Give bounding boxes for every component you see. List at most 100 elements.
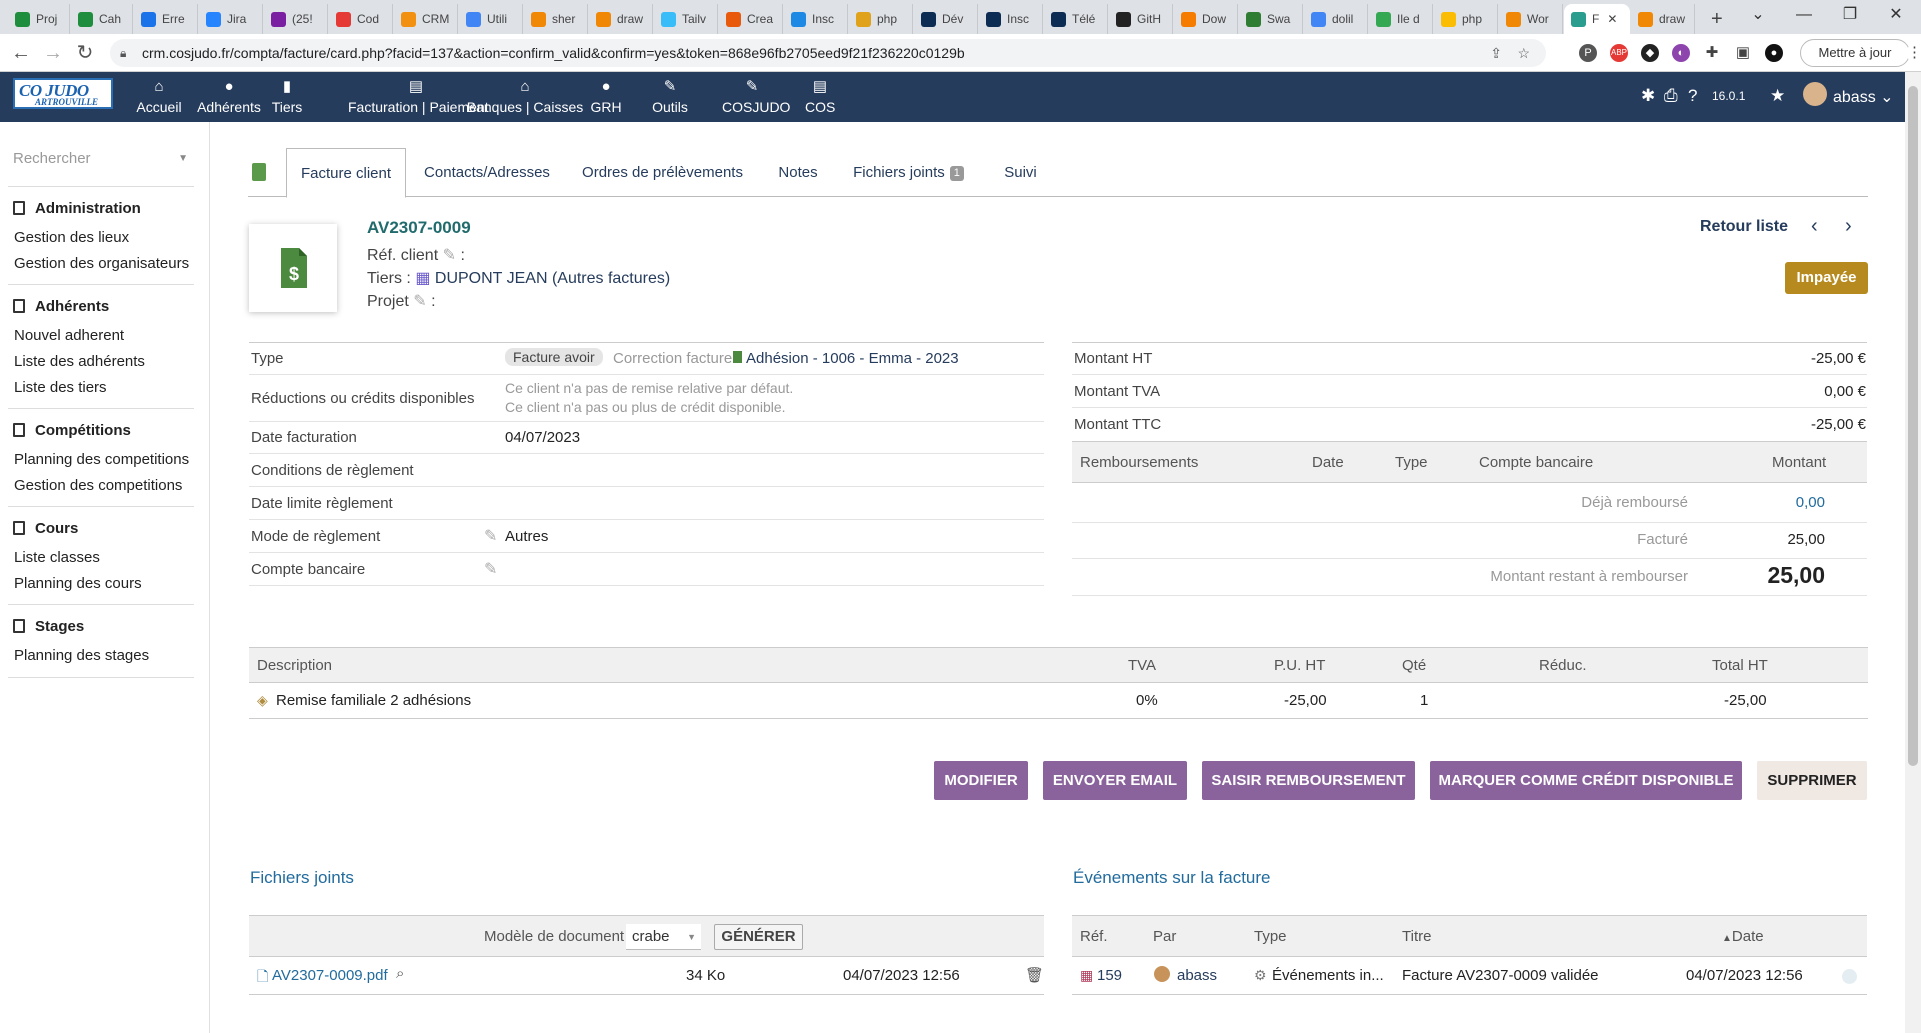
profile-avatar[interactable]: ● [1765, 44, 1783, 62]
sidebar-icon[interactable]: ▣ [1734, 44, 1752, 62]
browser-tab[interactable]: Tailv [654, 4, 718, 34]
pencil-icon[interactable]: ✎ [443, 247, 456, 264]
bug-icon[interactable]: ✱ [1641, 86, 1655, 106]
browser-tab[interactable]: draw [589, 4, 653, 34]
new-tab-icon[interactable]: + [1704, 4, 1732, 34]
left-menu-item[interactable]: Liste des tiers [14, 379, 107, 396]
browser-tab[interactable]: Proj [8, 4, 70, 34]
event-user-link[interactable]: abass [1177, 967, 1217, 984]
previous-icon[interactable]: ‹ [1811, 215, 1818, 238]
saisir-remboursement-button[interactable]: SAISIR REMBOURSEMENT [1202, 761, 1415, 800]
left-menu-item[interactable]: Gestion des organisateurs [14, 255, 189, 272]
generate-button[interactable]: GÉNÉRER [714, 924, 803, 950]
page-scrollbar[interactable] [1905, 72, 1921, 1033]
back-icon[interactable]: ← [9, 41, 33, 65]
browser-tab[interactable]: Insc [979, 4, 1043, 34]
correction-invoice-link[interactable]: Adhésion - 1006 - Emma - 2023 [733, 350, 959, 367]
top-menu-item[interactable]: ● GRH [588, 77, 624, 115]
events-date-header[interactable]: ▲Date [1722, 928, 1764, 945]
browser-menu-icon[interactable]: ⋮ [1907, 44, 1921, 62]
browser-tab[interactable]: Cod [329, 4, 393, 34]
browser-tab[interactable]: Swa [1239, 4, 1303, 34]
browser-tab[interactable]: Ile d [1369, 4, 1433, 34]
trash-icon[interactable]: 🗑︎ [1025, 966, 1044, 984]
browser-tab[interactable]: php [1434, 4, 1498, 34]
extension-abp-icon[interactable]: ABP [1610, 44, 1628, 62]
browser-tab[interactable]: Jira [199, 4, 263, 34]
pencil-icon[interactable]: ✎ [484, 526, 497, 546]
model-select[interactable]: crabe ▼ [626, 924, 701, 950]
extensions-puzzle-icon[interactable]: ✚ [1703, 44, 1721, 62]
tab-contacts[interactable]: Contacts/Adresses [417, 148, 557, 198]
tab-facture-client[interactable]: Facture client [286, 148, 406, 198]
supprimer-button[interactable]: SUPPRIMER [1757, 761, 1867, 800]
scrollbar-thumb[interactable] [1908, 86, 1918, 766]
forward-icon[interactable]: → [41, 41, 65, 65]
left-menu-item[interactable]: Planning des competitions [14, 451, 189, 468]
search-select[interactable]: Rechercher ▼ [13, 150, 193, 167]
pencil-icon[interactable]: ✎ [484, 559, 497, 579]
left-menu-item[interactable]: Liste des adhérents [14, 353, 145, 370]
top-menu-item[interactable]: ● Adhérents [196, 77, 262, 115]
left-menu-section[interactable]: Cours [13, 520, 78, 537]
print-icon[interactable]: ⎙ [1664, 86, 1678, 106]
browser-tab[interactable]: F ✕ [1564, 4, 1630, 34]
left-menu-item[interactable]: Gestion des competitions [14, 477, 182, 494]
bookmarks-star-icon[interactable]: ★ [1770, 86, 1785, 106]
minimize-icon[interactable]: — [1781, 0, 1827, 34]
tab-search-icon[interactable]: ⌄ [1735, 0, 1781, 34]
pencil-icon[interactable]: ✎ [413, 293, 426, 310]
browser-tab[interactable]: (25! [264, 4, 328, 34]
left-menu-section[interactable]: Adhérents [13, 298, 109, 315]
browser-tab[interactable]: Utili [459, 4, 523, 34]
top-menu-item[interactable]: ▤ COS [805, 77, 835, 115]
browser-tab[interactable]: Dév [914, 4, 978, 34]
tab-notes[interactable]: Notes [770, 148, 826, 198]
file-link[interactable]: AV2307-0009.pdf [272, 967, 388, 984]
marquer-credit-button[interactable]: MARQUER COMME CRÉDIT DISPONIBLE [1430, 761, 1742, 800]
left-menu-item[interactable]: Gestion des lieux [14, 229, 129, 246]
window-close-icon[interactable]: ✕ [1873, 0, 1919, 34]
browser-tab[interactable]: Wor [1499, 4, 1563, 34]
left-menu-item[interactable]: Planning des cours [14, 575, 142, 592]
help-icon[interactable]: ? [1688, 86, 1697, 106]
user-avatar[interactable] [1803, 82, 1827, 106]
top-menu-item[interactable]: ⌂ Banques | Caisses [466, 77, 584, 115]
events-title-header[interactable]: Titre [1402, 928, 1431, 945]
browser-tab[interactable]: php [849, 4, 913, 34]
browser-tab[interactable]: CRM [394, 4, 458, 34]
browser-tab[interactable]: Erre [134, 4, 198, 34]
extension-color-icon[interactable]: ◐ [1672, 44, 1690, 62]
browser-tab[interactable]: Télé [1044, 4, 1108, 34]
tab-fichiers[interactable]: Fichiers joints 1 [846, 148, 971, 198]
next-icon[interactable]: › [1845, 215, 1852, 238]
browser-tab[interactable]: Cah [71, 4, 133, 34]
browser-tab[interactable]: Insc [784, 4, 848, 34]
left-menu-section[interactable]: Compétitions [13, 422, 131, 439]
top-menu-item[interactable]: ▤ Facturation | Paiement [348, 77, 489, 115]
events-ref-header[interactable]: Réf. [1080, 928, 1108, 945]
top-menu-item[interactable]: ✎ Outils [650, 77, 690, 115]
extension-metamask-icon[interactable]: ◆ [1641, 44, 1659, 62]
top-menu-item[interactable]: ⌂ Accueil [134, 77, 184, 115]
extension-pinterest-icon[interactable]: P [1579, 44, 1597, 62]
browser-tab[interactable]: Crea [719, 4, 783, 34]
top-menu-item[interactable]: ✎ COSJUDO [722, 77, 790, 115]
top-menu-item[interactable]: ▮ Tiers [270, 77, 304, 115]
event-ref-link[interactable]: 159 [1097, 967, 1122, 984]
envoyer-email-button[interactable]: ENVOYER EMAIL [1043, 761, 1187, 800]
company-logo[interactable]: CO JUDO ARTROUVILLE [13, 78, 113, 109]
modifier-button[interactable]: MODIFIER [934, 761, 1028, 800]
left-menu-section[interactable]: Stages [13, 618, 84, 635]
browser-tab[interactable]: GitH [1109, 4, 1173, 34]
browser-tab[interactable]: draw [1631, 4, 1695, 34]
left-menu-section[interactable]: Administration [13, 200, 141, 217]
events-by-header[interactable]: Par [1153, 928, 1176, 945]
left-menu-item[interactable]: Liste classes [14, 549, 100, 566]
share-icon[interactable]: ⇪ [1490, 39, 1502, 67]
left-menu-item[interactable]: Planning des stages [14, 647, 149, 664]
restore-icon[interactable]: ❐ [1827, 0, 1873, 34]
deja-rembourse-value[interactable]: 0,00 [1760, 494, 1825, 511]
browser-tab[interactable]: sher [524, 4, 588, 34]
tab-close-icon[interactable]: ✕ [1607, 12, 1617, 26]
